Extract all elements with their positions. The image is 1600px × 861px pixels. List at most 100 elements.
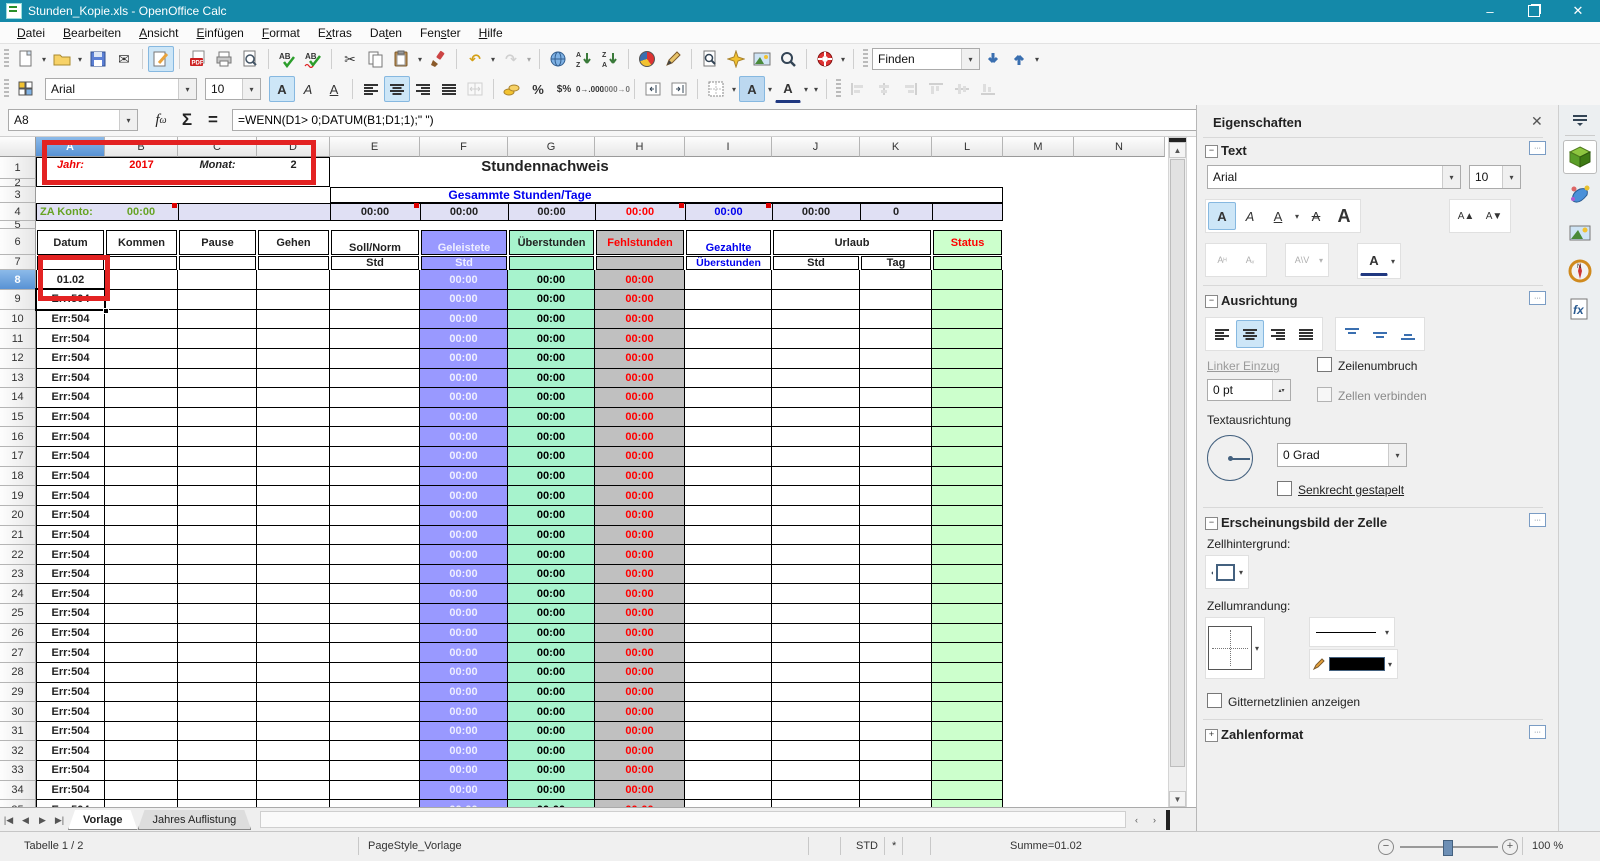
cell-C22[interactable] xyxy=(178,545,257,565)
row-header-34[interactable]: 34 xyxy=(0,780,36,801)
sheet-tab-vorlage[interactable]: Vorlage xyxy=(68,810,138,830)
cell-K31[interactable] xyxy=(860,721,932,742)
new-document-dropdown[interactable]: ▾ xyxy=(39,47,49,71)
cell-C11[interactable] xyxy=(178,329,257,349)
cell-K27[interactable] xyxy=(860,643,932,663)
cell-A18[interactable]: Err:504 xyxy=(36,466,105,487)
cell-C12[interactable] xyxy=(178,348,257,369)
header-gezahlte-ueberstunden[interactable]: Überstunden xyxy=(686,256,771,270)
cell-B20[interactable] xyxy=(105,505,178,526)
header-soll-norm-std[interactable]: Std xyxy=(331,256,419,270)
border-color-button[interactable] xyxy=(1312,657,1385,671)
cell-L14[interactable] xyxy=(932,388,1003,408)
cell-D21[interactable] xyxy=(257,525,330,546)
cell-A30[interactable]: Err:504 xyxy=(36,702,105,722)
border-line-style-button[interactable] xyxy=(1312,622,1382,642)
cell-B33[interactable] xyxy=(105,761,178,781)
align-left-button[interactable] xyxy=(358,76,384,102)
cell-H33[interactable]: 00:00 xyxy=(595,761,685,781)
row-header-14[interactable]: 14 xyxy=(0,388,36,408)
cell-B26[interactable] xyxy=(105,623,178,644)
cell-E19[interactable] xyxy=(330,486,420,506)
cell-C16[interactable] xyxy=(178,427,257,448)
font-size-combo[interactable]: 10 ▾ xyxy=(205,78,261,100)
cell-B27[interactable] xyxy=(105,643,178,663)
print-button[interactable] xyxy=(211,46,237,72)
toolbar-grip[interactable] xyxy=(4,49,9,69)
cell-I22[interactable] xyxy=(685,545,772,565)
cell-L8[interactable] xyxy=(932,270,1003,290)
cell-C33[interactable] xyxy=(178,761,257,781)
cell-B17[interactable] xyxy=(105,447,178,467)
navigator-button[interactable] xyxy=(723,46,749,72)
minimize-button[interactable]: – xyxy=(1468,0,1512,22)
cell-G8[interactable]: 00:00 xyxy=(508,270,595,290)
cell-D22[interactable] xyxy=(257,545,330,565)
cell-H26[interactable]: 00:00 xyxy=(595,623,685,644)
cell-F30[interactable]: 00:00 xyxy=(420,702,508,722)
vertical-scrollbar[interactable]: ▲ ▼ xyxy=(1168,137,1187,807)
cell-C35[interactable] xyxy=(178,800,257,807)
header-datum[interactable]: Datum xyxy=(37,230,104,255)
cell-H8[interactable]: 00:00 xyxy=(595,270,685,290)
cell-L35[interactable] xyxy=(932,800,1003,807)
page-style[interactable]: PageStyle_Vorlage xyxy=(368,840,462,852)
zoom-button[interactable] xyxy=(775,46,801,72)
pdf-export-button[interactable]: PDF xyxy=(185,46,211,72)
sidebar-align-left-button[interactable] xyxy=(1208,320,1236,348)
cell-A20[interactable]: Err:504 xyxy=(36,505,105,526)
format-paintbrush-button[interactable] xyxy=(425,46,451,72)
column-header-L[interactable]: L xyxy=(932,137,1003,157)
cell-C17[interactable] xyxy=(178,447,257,467)
open-button[interactable] xyxy=(49,46,75,72)
cell-E15[interactable] xyxy=(330,407,420,428)
cell-G31[interactable]: 00:00 xyxy=(508,721,595,742)
orientation-dial[interactable] xyxy=(1207,435,1253,481)
cell-I27[interactable] xyxy=(685,643,772,663)
header-gehen-sub[interactable] xyxy=(258,256,329,270)
save-button[interactable] xyxy=(85,46,111,72)
selection-mode[interactable]: STD xyxy=(856,840,878,852)
cell-L17[interactable] xyxy=(932,447,1003,467)
center-objects-vertical-button[interactable] xyxy=(949,76,975,102)
cell-A13[interactable]: Err:504 xyxy=(36,368,105,389)
open-dropdown[interactable]: ▾ xyxy=(75,47,85,71)
row-header-35[interactable]: 35 xyxy=(0,800,36,807)
cell-H21[interactable]: 00:00 xyxy=(595,525,685,546)
border-preset-button[interactable] xyxy=(1208,626,1252,670)
cell-J11[interactable] xyxy=(772,329,860,349)
cell-G28[interactable]: 00:00 xyxy=(508,662,595,683)
sidebar-font-name-dropdown[interactable]: ▾ xyxy=(1442,166,1460,188)
header-geleistete-std[interactable]: Std xyxy=(421,256,507,270)
cell-H18[interactable]: 00:00 xyxy=(595,466,685,487)
sidebar-font-color-dropdown[interactable]: ▾ xyxy=(1388,249,1398,273)
help-button[interactable] xyxy=(812,46,838,72)
cell-background-button[interactable] xyxy=(1208,558,1236,586)
sidebar-bold-button[interactable]: A xyxy=(1208,202,1236,230)
cell-B25[interactable] xyxy=(105,604,178,624)
background-color-dropdown[interactable]: ▾ xyxy=(765,77,775,101)
row-header-28[interactable]: 28 xyxy=(0,662,36,683)
cell-F33[interactable]: 00:00 xyxy=(420,761,508,781)
cell-J16[interactable] xyxy=(772,427,860,448)
justify-button[interactable] xyxy=(436,76,462,102)
cell-J20[interactable] xyxy=(772,505,860,526)
find-next-button[interactable] xyxy=(980,46,1006,72)
cell-L27[interactable] xyxy=(932,643,1003,663)
row-header-26[interactable]: 26 xyxy=(0,623,36,644)
align-objects-left-button[interactable] xyxy=(845,76,871,102)
cell-J30[interactable] xyxy=(772,702,860,722)
row-header-2[interactable]: 2 xyxy=(0,179,36,187)
cell-F27[interactable]: 00:00 xyxy=(420,643,508,663)
cell-D26[interactable] xyxy=(257,623,330,644)
cell-J35[interactable] xyxy=(772,800,860,807)
borders-button[interactable] xyxy=(703,76,729,102)
row-header-18[interactable]: 18 xyxy=(0,466,36,487)
row-header-27[interactable]: 27 xyxy=(0,643,36,663)
cell-K29[interactable] xyxy=(860,682,932,703)
cell-F15[interactable]: 00:00 xyxy=(420,407,508,428)
sum-button[interactable]: Σ xyxy=(174,108,200,132)
cell-G26[interactable]: 00:00 xyxy=(508,623,595,644)
cell-K16[interactable] xyxy=(860,427,932,448)
cell-C9[interactable] xyxy=(178,290,257,310)
